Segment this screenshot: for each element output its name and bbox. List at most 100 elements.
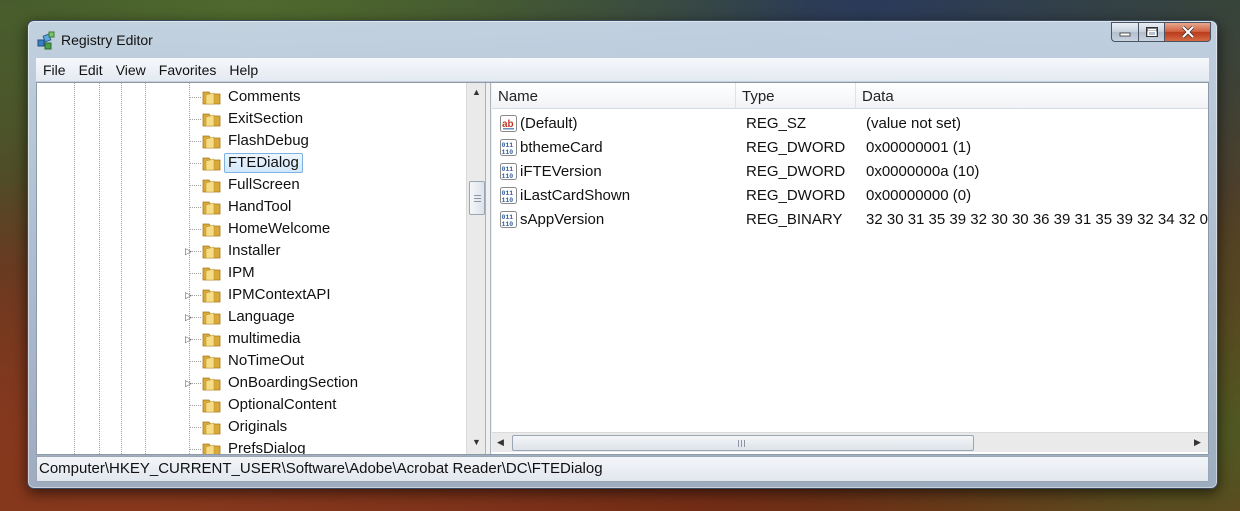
expand-arrow-icon[interactable]: ▷ bbox=[185, 334, 192, 344]
folder-icon bbox=[202, 157, 221, 171]
menu-edit[interactable]: Edit bbox=[74, 62, 108, 78]
expand-arrow-icon[interactable]: ▷ bbox=[185, 312, 192, 322]
tree-connector bbox=[189, 97, 201, 98]
column-header-name[interactable]: Name bbox=[492, 83, 736, 109]
tree-item[interactable]: IPM bbox=[37, 262, 467, 284]
column-header-type[interactable]: Type bbox=[736, 83, 856, 109]
scroll-right-arrow-icon[interactable]: ▶ bbox=[1194, 437, 1201, 448]
tree-item[interactable]: ▷ OnBoardingSection bbox=[37, 372, 467, 394]
window-title: Registry Editor bbox=[61, 32, 153, 48]
value-type: REG_DWORD bbox=[746, 163, 846, 180]
menu-help[interactable]: Help bbox=[224, 62, 263, 78]
tree-item[interactable]: Originals bbox=[37, 416, 467, 438]
list-header: Name Type Data bbox=[492, 83, 1208, 109]
tree-item[interactable]: FlashDebug bbox=[37, 130, 467, 152]
registry-editor-app-icon bbox=[37, 31, 55, 50]
scroll-up-arrow-icon[interactable]: ▲ bbox=[472, 87, 481, 97]
tree-item[interactable]: ▷ Installer bbox=[37, 240, 467, 262]
pane-splitter[interactable] bbox=[486, 83, 491, 454]
menu-file[interactable]: File bbox=[38, 62, 71, 78]
tree-item-label: FullScreen bbox=[228, 176, 300, 193]
folder-icon bbox=[202, 245, 221, 259]
svg-text:110: 110 bbox=[502, 149, 514, 156]
svg-text:110: 110 bbox=[502, 221, 514, 228]
tree-item[interactable]: HomeWelcome bbox=[37, 218, 467, 240]
value-name: bthemeCard bbox=[520, 139, 603, 156]
tree-item-label: Language bbox=[228, 308, 295, 325]
folder-icon bbox=[202, 333, 221, 347]
value-name: (Default) bbox=[520, 115, 578, 132]
tree-item-label: Comments bbox=[228, 88, 301, 105]
menu-view[interactable]: View bbox=[111, 62, 151, 78]
value-row[interactable]: 011 110 iFTEVersion REG_DWORD 0x0000000a (10… bbox=[492, 160, 1208, 184]
svg-text:011: 011 bbox=[502, 166, 514, 173]
scroll-left-arrow-icon[interactable]: ◀ bbox=[497, 437, 504, 448]
folder-icon bbox=[202, 135, 221, 149]
expand-arrow-icon[interactable]: ▷ bbox=[185, 290, 192, 300]
tree-item-label: NoTimeOut bbox=[228, 352, 305, 369]
tree-item[interactable]: OptionalContent bbox=[37, 394, 467, 416]
list-scroll-thumb[interactable] bbox=[512, 435, 974, 451]
tree-item[interactable]: HandTool bbox=[37, 196, 467, 218]
tree-item-label: FlashDebug bbox=[228, 132, 309, 149]
tree-connector bbox=[189, 273, 201, 274]
tree-item[interactable]: ExitSection bbox=[37, 108, 467, 130]
value-row[interactable]: ab (Default) REG_SZ (value not set) bbox=[492, 112, 1208, 136]
client-area: Comments ExitSection FlashDebug FTEDialog Fu… bbox=[36, 82, 1209, 455]
menu-favorites[interactable]: Favorites bbox=[154, 62, 222, 78]
tree-item-label: IPMContextAPI bbox=[228, 286, 331, 303]
tree-item-label: OnBoardingSection bbox=[228, 374, 359, 391]
value-type: REG_SZ bbox=[746, 115, 807, 132]
close-button[interactable] bbox=[1164, 22, 1211, 42]
scroll-down-arrow-icon[interactable]: ▼ bbox=[472, 437, 481, 447]
svg-text:011: 011 bbox=[502, 190, 514, 197]
expand-arrow-icon[interactable]: ▷ bbox=[185, 246, 192, 256]
tree-connector bbox=[189, 427, 201, 428]
tree-item[interactable]: ▷ IPMContextAPI bbox=[37, 284, 467, 306]
folder-icon bbox=[202, 355, 221, 369]
value-row[interactable]: 011 110 iLastCardShown REG_DWORD 0x00000000 … bbox=[492, 184, 1208, 208]
tree-item[interactable]: ▷ Language bbox=[37, 306, 467, 328]
tree-item-label: OptionalContent bbox=[228, 396, 337, 413]
value-row[interactable]: 011 110 sAppVersion REG_BINARY 32 30 31 35 3… bbox=[492, 208, 1208, 232]
tree-item-label: ExitSection bbox=[228, 110, 304, 127]
tree-connector bbox=[189, 449, 201, 450]
menu-bar: File Edit View Favorites Help bbox=[36, 58, 1209, 82]
expand-arrow-icon[interactable]: ▷ bbox=[185, 378, 192, 388]
minimize-icon bbox=[1119, 32, 1131, 37]
tree-connector bbox=[189, 229, 201, 230]
tree-item-label: FTEDialog bbox=[224, 153, 303, 173]
tree-vertical-scrollbar[interactable]: ▲ ▼ bbox=[466, 83, 485, 454]
folder-icon bbox=[202, 267, 221, 281]
tree-item[interactable]: FTEDialog bbox=[37, 152, 467, 174]
tree-item-label: Originals bbox=[228, 418, 288, 435]
values-list-pane[interactable]: Name Type Data ab (Default) REG_SZ (value n… bbox=[492, 83, 1208, 454]
tree-connector bbox=[189, 163, 201, 164]
tree-scroll-thumb[interactable] bbox=[469, 181, 485, 215]
title-bar[interactable]: Registry Editor bbox=[28, 21, 1217, 57]
maximize-button[interactable] bbox=[1138, 22, 1164, 42]
list-horizontal-scrollbar[interactable]: ◀ ▶ bbox=[492, 432, 1208, 452]
folder-icon bbox=[202, 201, 221, 215]
key-tree-pane[interactable]: Comments ExitSection FlashDebug FTEDialog Fu… bbox=[37, 83, 486, 454]
tree-item-label: PrefsDialog bbox=[228, 440, 306, 454]
folder-icon bbox=[202, 377, 221, 391]
close-icon bbox=[1181, 26, 1194, 38]
folder-icon bbox=[202, 421, 221, 435]
tree-item-label: IPM bbox=[228, 264, 255, 281]
tree-connector bbox=[189, 361, 201, 362]
tree-item[interactable]: ▷ multimedia bbox=[37, 328, 467, 350]
svg-text:011: 011 bbox=[502, 142, 514, 149]
value-type: REG_DWORD bbox=[746, 187, 846, 204]
value-row[interactable]: 011 110 bthemeCard REG_DWORD 0x00000001 (1) bbox=[492, 136, 1208, 160]
tree-item[interactable]: NoTimeOut bbox=[37, 350, 467, 372]
tree-item[interactable]: PrefsDialog bbox=[37, 438, 467, 454]
tree-item[interactable]: FullScreen bbox=[37, 174, 467, 196]
binary-value-icon: 011110 bbox=[500, 211, 517, 228]
tree-item[interactable]: Comments bbox=[37, 86, 467, 108]
column-header-data[interactable]: Data bbox=[856, 83, 1208, 109]
minimize-button[interactable] bbox=[1111, 22, 1138, 42]
folder-icon bbox=[202, 179, 221, 193]
folder-icon bbox=[202, 113, 221, 127]
tree-connector bbox=[189, 119, 201, 120]
